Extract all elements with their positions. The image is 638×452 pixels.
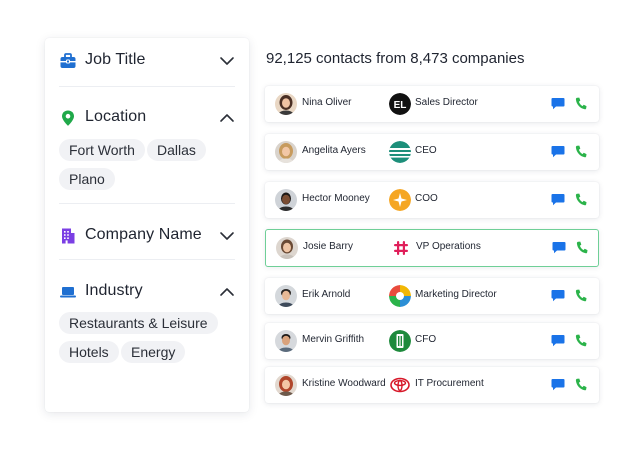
avatar: [275, 285, 297, 307]
el-logo-icon: EL: [389, 93, 411, 115]
contact-title: IT Procurement: [415, 378, 484, 389]
contact-row[interactable]: Nina Oliver EL Sales Director: [265, 86, 599, 122]
avatar: [275, 374, 297, 396]
message-icon[interactable]: [552, 241, 566, 254]
chevron-up-icon[interactable]: [219, 286, 235, 298]
divider: [59, 203, 235, 204]
contact-name[interactable]: Kristine Woodward: [302, 378, 386, 389]
phone-icon[interactable]: [575, 289, 587, 302]
contact-name[interactable]: Mervin Griffith: [302, 334, 364, 345]
phone-icon[interactable]: [575, 97, 587, 110]
phone-icon[interactable]: [576, 241, 588, 254]
contact-row[interactable]: Kristine Woodward IT Procurement: [265, 367, 599, 403]
slack-logo-icon: [390, 237, 412, 259]
filter-location: Location Fort Worth Dallas Plano: [45, 106, 249, 194]
contact-title: COO: [415, 193, 438, 204]
contact-row[interactable]: Mervin Griffith CFO: [265, 323, 599, 359]
chip-fort-worth[interactable]: Fort Worth: [59, 139, 145, 161]
chevron-down-icon[interactable]: [219, 55, 235, 67]
contact-title: VP Operations: [416, 241, 481, 252]
avatar: [275, 189, 297, 211]
divider: [59, 86, 235, 87]
filter-industry: Industry Restaurants & Leisure Hotels En…: [45, 280, 249, 370]
message-icon[interactable]: [551, 145, 565, 158]
contact-name[interactable]: Nina Oliver: [302, 97, 351, 108]
filter-job-title-header[interactable]: Job Title: [45, 49, 249, 73]
chip-plano[interactable]: Plano: [59, 168, 115, 190]
sun-globe-logo-icon: [389, 285, 411, 307]
contact-name[interactable]: Angelita Ayers: [302, 145, 366, 156]
chip-dallas[interactable]: Dallas: [147, 139, 206, 161]
chevron-up-icon[interactable]: [219, 112, 235, 124]
filter-location-header[interactable]: Location: [45, 106, 249, 130]
contact-row[interactable]: Angelita Ayers CEO: [265, 134, 599, 170]
message-icon[interactable]: [551, 289, 565, 302]
filter-company-name-label: Company Name: [85, 226, 202, 243]
contact-name[interactable]: Erik Arnold: [302, 289, 350, 300]
chip-hotels[interactable]: Hotels: [59, 341, 119, 363]
contact-name[interactable]: Josie Barry: [303, 241, 353, 252]
toyota-logo-icon: [389, 374, 411, 396]
chip-energy[interactable]: Energy: [121, 341, 186, 363]
avatar: [275, 141, 297, 163]
message-icon[interactable]: [551, 334, 565, 347]
contact-title: Sales Director: [415, 97, 478, 108]
phone-icon[interactable]: [575, 334, 587, 347]
avatar: [275, 330, 297, 352]
laptop-icon: [60, 287, 76, 298]
filter-panel: Job Title Location Fort Worth Dallas Pla…: [45, 38, 249, 412]
filter-job-title-label: Job Title: [85, 51, 146, 68]
contact-row[interactable]: Hector Mooney COO: [265, 182, 599, 218]
phone-icon[interactable]: [575, 378, 587, 391]
phone-icon[interactable]: [575, 193, 587, 206]
filter-company-name-header[interactable]: Company Name: [45, 224, 249, 248]
filter-company-name[interactable]: Company Name: [45, 224, 249, 248]
briefcase-icon: [60, 53, 76, 68]
filter-industry-header[interactable]: Industry: [45, 280, 249, 304]
contact-name[interactable]: Hector Mooney: [302, 193, 370, 204]
message-icon[interactable]: [551, 97, 565, 110]
phone-icon[interactable]: [575, 145, 587, 158]
avatar: [275, 93, 297, 115]
contact-title: CEO: [415, 145, 437, 156]
contact-row[interactable]: Erik Arnold Marketing Director: [265, 278, 599, 314]
contact-row-selected[interactable]: Josie Barry VP Operations: [265, 229, 599, 267]
results-headline: 92,125 contacts from 8,473 companies: [266, 50, 525, 67]
message-icon[interactable]: [551, 193, 565, 206]
green-tower-logo-icon: [389, 330, 411, 352]
filter-industry-label: Industry: [85, 282, 143, 299]
filter-job-title[interactable]: Job Title: [45, 49, 249, 73]
svg-text:EL: EL: [394, 100, 407, 111]
building-icon: [62, 228, 75, 244]
striped-globe-logo-icon: [389, 141, 411, 163]
divider: [59, 259, 235, 260]
orange-star-logo-icon: [389, 189, 411, 211]
filter-location-label: Location: [85, 108, 147, 125]
message-icon[interactable]: [551, 378, 565, 391]
chip-restaurants-leisure[interactable]: Restaurants & Leisure: [59, 312, 218, 334]
chevron-down-icon[interactable]: [219, 230, 235, 242]
contact-title: Marketing Director: [415, 289, 497, 300]
map-pin-icon: [62, 110, 74, 126]
contact-title: CFO: [415, 334, 437, 345]
avatar: [276, 237, 298, 259]
